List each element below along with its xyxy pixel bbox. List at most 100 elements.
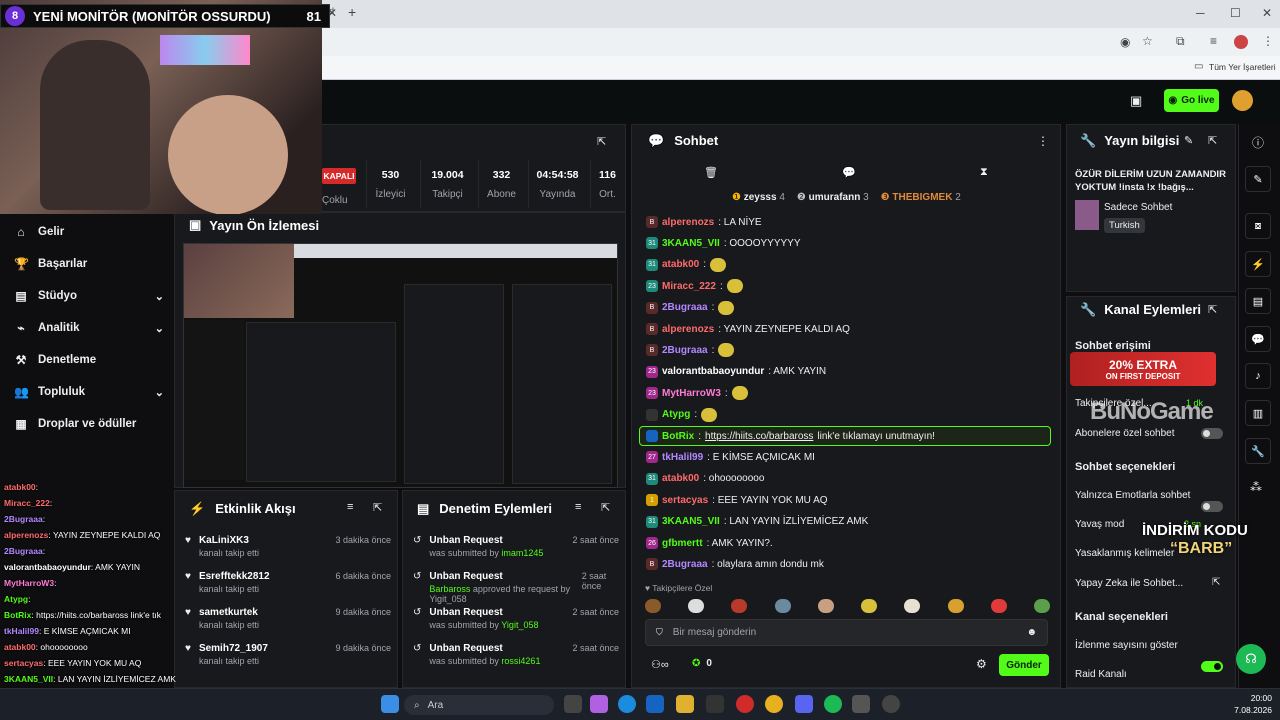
subs-only-toggle[interactable] bbox=[1201, 428, 1223, 439]
emote[interactable] bbox=[947, 599, 964, 613]
channel-points[interactable]: ✪ 0 bbox=[692, 658, 712, 669]
emote[interactable] bbox=[731, 599, 748, 613]
chat-username[interactable]: 2Bugraaa bbox=[662, 302, 708, 313]
chat-username[interactable]: tkHalil99 bbox=[662, 452, 703, 463]
filter-icon[interactable]: ≡ bbox=[347, 501, 353, 513]
gifter-3[interactable]: ❸ THEBIGMEK 2 bbox=[881, 192, 961, 203]
obs-icon[interactable] bbox=[882, 695, 900, 713]
chat-link[interactable]: https://hiits.co/barbaross bbox=[705, 431, 813, 442]
chat-rail-icon[interactable]: 💬 bbox=[1245, 326, 1271, 352]
nodes-icon[interactable]: ⁂ bbox=[1250, 480, 1262, 494]
reading-list-icon[interactable]: ≡ bbox=[1210, 34, 1217, 48]
settings-icon[interactable]: ⚙ bbox=[976, 657, 987, 671]
opera-icon[interactable] bbox=[736, 695, 754, 713]
star-icon[interactable]: ☆ bbox=[1142, 34, 1153, 48]
tool-icon[interactable]: 🔧 bbox=[1245, 438, 1271, 464]
trash-icon[interactable]: 🗑 bbox=[704, 166, 718, 179]
creator-icon[interactable]: ▣ bbox=[1130, 93, 1142, 109]
popout-icon[interactable]: ⇱ bbox=[1208, 134, 1217, 147]
sidebar-item-denetleme[interactable]: ⚒ Denetleme bbox=[14, 349, 164, 371]
eye-off-icon[interactable]: ◉ bbox=[1120, 35, 1130, 49]
window-close-icon[interactable]: ✕ bbox=[1262, 6, 1272, 20]
emote[interactable] bbox=[861, 599, 878, 613]
xbox-icon[interactable] bbox=[706, 695, 724, 713]
external-link-icon[interactable]: ⇱ bbox=[1212, 577, 1220, 588]
go-live-button[interactable]: ◉ Go live bbox=[1164, 89, 1219, 112]
chat-username[interactable]: 2Bugraaa bbox=[662, 559, 708, 570]
support-icon[interactable]: ☊ bbox=[1236, 644, 1266, 674]
spotify-icon[interactable] bbox=[824, 695, 842, 713]
popout-icon[interactable]: ⇱ bbox=[601, 501, 610, 514]
sidebar-item-studyo[interactable]: ▤ Stüdyo ⌄ bbox=[14, 285, 164, 307]
chat-username[interactable]: valorantbabaoyundur bbox=[662, 366, 764, 377]
chat-username[interactable]: atabk00 bbox=[662, 473, 699, 484]
filter-icon[interactable]: ≡ bbox=[575, 501, 581, 513]
sidebar-item-analitik[interactable]: ⌁ Analitik ⌄ bbox=[14, 317, 164, 339]
popout-icon[interactable]: ⇱ bbox=[597, 135, 606, 148]
minimize-icon[interactable]: ─ bbox=[1196, 6, 1205, 20]
chat-username[interactable]: alperenozs bbox=[662, 217, 714, 228]
popout-icon[interactable]: ⇱ bbox=[373, 501, 382, 514]
maximize-icon[interactable]: ☐ bbox=[1230, 6, 1241, 20]
explorer-icon[interactable] bbox=[676, 695, 694, 713]
start-icon[interactable] bbox=[381, 695, 399, 713]
chat-username[interactable]: 2Bugraaa bbox=[662, 345, 708, 356]
list-icon[interactable]: ▤ bbox=[1245, 288, 1271, 314]
raid-label[interactable]: Raid Kanalı bbox=[1075, 669, 1127, 680]
chat-username[interactable]: atabk00 bbox=[662, 259, 699, 270]
emote[interactable] bbox=[688, 599, 705, 613]
chat-username[interactable]: alperenozs bbox=[662, 324, 714, 335]
chat-menu-icon[interactable]: ⋮ bbox=[1037, 134, 1049, 148]
edge-icon[interactable] bbox=[618, 695, 636, 713]
ai-chat-label[interactable]: Yapay Zeka ile Sohbet... bbox=[1075, 578, 1183, 589]
all-bookmarks[interactable]: Tüm Yer İşaretleri bbox=[1209, 62, 1276, 72]
chat-username[interactable]: gfbmertt bbox=[662, 538, 703, 549]
edit-icon[interactable]: ✎ bbox=[1184, 134, 1193, 147]
chat-username[interactable]: BotRix bbox=[662, 431, 694, 442]
pencil-icon[interactable]: ✎ bbox=[1245, 166, 1271, 192]
stream-preview[interactable] bbox=[183, 243, 618, 488]
menu-icon[interactable]: ⋮ bbox=[1262, 34, 1274, 48]
info-icon[interactable]: ⓘ bbox=[1252, 134, 1264, 151]
extensions-icon[interactable]: ⧉ bbox=[1176, 34, 1185, 49]
discord-icon[interactable] bbox=[795, 695, 813, 713]
emote[interactable] bbox=[645, 599, 661, 613]
show-views-toggle[interactable] bbox=[1201, 661, 1223, 672]
sidebar-item-topluluk[interactable]: 👥 Topluluk ⌄ bbox=[14, 381, 164, 403]
sound-icon[interactable]: ♪ bbox=[1245, 363, 1271, 389]
chat-username[interactable]: MytHarroW3 bbox=[662, 388, 721, 399]
user-avatar[interactable] bbox=[1232, 90, 1253, 111]
send-button[interactable]: Gönder bbox=[999, 654, 1049, 676]
banned-words-label[interactable]: Yasaklanmış kelimeler bbox=[1075, 548, 1174, 559]
sidebar-item-gelir[interactable]: ⌂ Gelir bbox=[14, 221, 164, 243]
chat-username[interactable]: Miracc_222 bbox=[662, 281, 716, 292]
settings-app-icon[interactable] bbox=[852, 695, 870, 713]
emoji-icon[interactable]: ☻ bbox=[1026, 627, 1037, 638]
emotes-only-toggle[interactable] bbox=[1201, 501, 1223, 512]
emote[interactable] bbox=[1033, 599, 1050, 613]
lightning-icon[interactable]: ⚡ bbox=[1245, 251, 1271, 277]
profile-avatar[interactable] bbox=[1234, 35, 1248, 49]
emote[interactable] bbox=[990, 599, 1007, 613]
new-tab-icon[interactable]: + bbox=[348, 4, 356, 20]
sidebar-item-basarilar[interactable]: 🏆 Başarılar bbox=[14, 253, 164, 275]
mod-tools-icon[interactable]: ⚇∞ bbox=[651, 658, 669, 671]
clip-icon[interactable]: ⧇ bbox=[1245, 213, 1271, 239]
taskbar-search[interactable]: ⌕ Ara bbox=[404, 695, 554, 715]
category-name[interactable]: Sadece Sohbet bbox=[1104, 202, 1172, 213]
sidebar-item-droplar[interactable]: ▦ Droplar ve ödüller bbox=[14, 413, 164, 435]
tag-badge[interactable]: Turkish bbox=[1104, 218, 1145, 233]
emote[interactable] bbox=[904, 599, 921, 613]
popout-icon[interactable]: ⇱ bbox=[1208, 303, 1217, 316]
chrome-icon[interactable] bbox=[765, 695, 783, 713]
gifter-1[interactable]: ❶ zeysss 4 bbox=[732, 192, 785, 203]
copilot-icon[interactable] bbox=[590, 695, 608, 713]
chat-username[interactable]: sertacyas bbox=[662, 495, 708, 506]
chat-username[interactable]: 3KAAN5_VII bbox=[662, 238, 720, 249]
gifter-2[interactable]: ❷ umurafann 3 bbox=[797, 192, 869, 203]
emote[interactable] bbox=[817, 599, 834, 613]
task-view-icon[interactable] bbox=[564, 695, 582, 713]
outlook-icon[interactable] bbox=[646, 695, 664, 713]
chat-username[interactable]: 3KAAN5_VII bbox=[662, 516, 720, 527]
hourglass-icon[interactable]: ⧗ bbox=[980, 166, 988, 179]
